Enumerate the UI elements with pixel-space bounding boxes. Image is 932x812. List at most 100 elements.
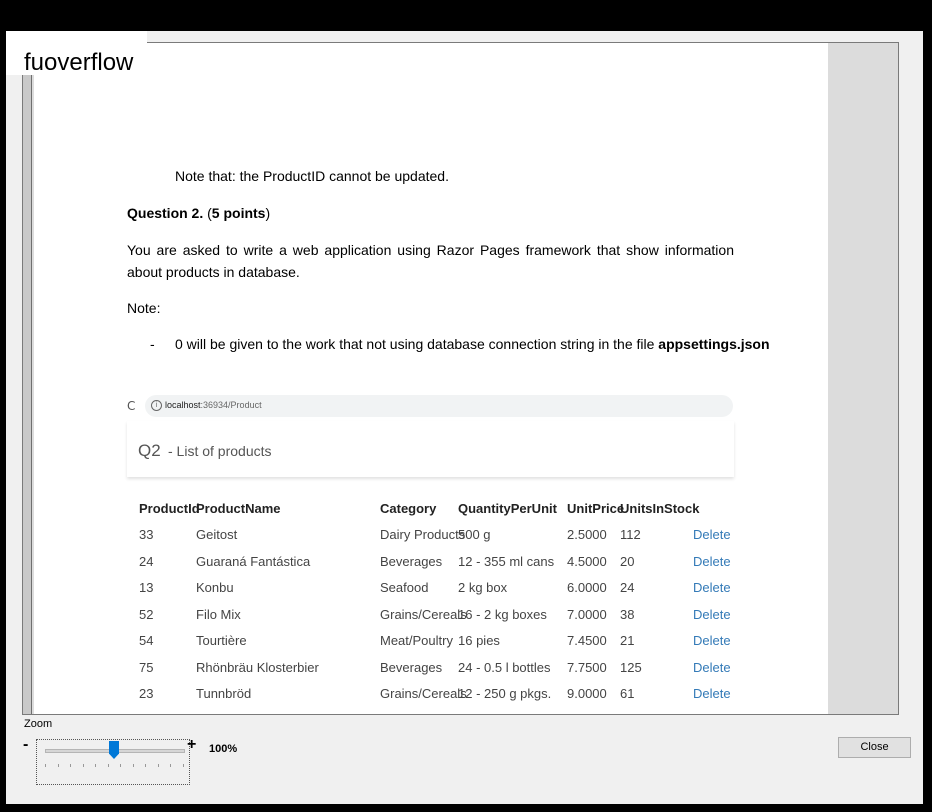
- cell-category: Meat/Poultry: [380, 633, 453, 648]
- bullet-text-bold: appsettings.json: [658, 336, 770, 352]
- cell-unitprice: 7.7500: [567, 659, 607, 675]
- embedded-browser-screenshot: C i localhost:36934/Product Q2 - List of…: [127, 393, 734, 714]
- delete-link[interactable]: Delete: [693, 607, 731, 622]
- delete-link[interactable]: Delete: [693, 686, 731, 701]
- cell-unitprice: 9.2000: [567, 713, 607, 715]
- bullet-text-plain: 0 will be given to the work that not usi…: [175, 336, 659, 352]
- cell-quantityperunit: 16 - 2 kg boxes: [458, 606, 547, 622]
- delete-link[interactable]: Delete: [693, 527, 731, 542]
- cell-unitsinstock: 61: [620, 686, 635, 701]
- url-path: :36934/Product: [200, 400, 262, 410]
- delete-link[interactable]: Delete: [693, 633, 731, 648]
- cell-quantityperunit: 2 kg box: [458, 580, 508, 595]
- cell-unitsinstock: 38: [620, 606, 635, 622]
- question-points: 5 points: [211, 205, 266, 221]
- column-header-productid: ProductId: [139, 501, 200, 516]
- cell-unitprice: 7.4500: [567, 633, 607, 648]
- table-row: 52 Filo Mix Grains/Cereals 16 - 2 kg boxes 7…: [127, 607, 734, 633]
- zoom-tick: [82, 764, 84, 767]
- page-heading-q2: Q2: [138, 441, 161, 460]
- cell-unitprice: 9.0000: [567, 686, 607, 701]
- zoom-tick: [107, 764, 109, 767]
- cell-productid: 52: [139, 606, 154, 622]
- cell-quantityperunit: 10 boxes x 12 pieces: [458, 713, 580, 715]
- zoom-out-button[interactable]: -: [23, 736, 28, 754]
- delete-link[interactable]: Delete: [693, 713, 731, 715]
- column-header-productname: ProductName: [196, 501, 281, 516]
- zoom-tick: [157, 764, 159, 767]
- close-button[interactable]: Close: [838, 737, 911, 758]
- cell-productname: Tunnbröd: [196, 686, 252, 701]
- table-row: 75 Rhönbräu Klosterbier Beverages 24 - 0.5 …: [127, 660, 734, 686]
- zoom-slider-ticks: [45, 764, 185, 768]
- cell-unitprice: 2.5000: [567, 527, 607, 542]
- zoom-slider-thumb[interactable]: [109, 741, 119, 759]
- cell-category: Beverages: [380, 659, 443, 675]
- document-page: Note that: the ProductID cannot be updat…: [34, 43, 828, 714]
- cell-productid: 54: [139, 633, 154, 648]
- zoom-tick: [45, 764, 46, 767]
- zoom-tick: [132, 764, 134, 767]
- reload-icon: C: [127, 399, 136, 413]
- cell-category: Grains/Cereals: [380, 686, 467, 701]
- cell-unitprice: 4.5000: [567, 553, 607, 569]
- table-row: 54 Tourtière Meat/Poultry 16 pies 7.4500 21 De…: [127, 633, 734, 659]
- cell-quantityperunit: 24 - 0.5 l bottles: [458, 659, 551, 675]
- table-row: 13 Konbu Seafood 2 kg box 6.0000 24 Delete: [127, 580, 734, 606]
- bullet-text: 0 will be given to the work that not usi…: [175, 333, 770, 355]
- zoom-label: Zoom: [24, 718, 53, 730]
- url-text: localhost:36934/Product: [165, 400, 262, 410]
- cell-category: Seafood: [380, 580, 429, 595]
- cell-productid: 19: [139, 713, 153, 715]
- cell-unitsinstock: 20: [620, 553, 635, 569]
- cell-productname: Teatime Chocolate Biscuits: [196, 713, 352, 715]
- delete-link[interactable]: Delete: [693, 580, 731, 595]
- cell-quantityperunit: 12 - 355 ml cans: [458, 553, 555, 569]
- url-host: localhost: [165, 400, 201, 410]
- question-heading: Question 2. (5 points): [127, 202, 270, 224]
- delete-link[interactable]: Delete: [693, 554, 731, 569]
- cell-productname: Filo Mix: [196, 606, 241, 622]
- document-viewer[interactable]: Note that: the ProductID cannot be updat…: [22, 42, 899, 715]
- column-header-quantityperunit: QuantityPerUnit: [458, 501, 557, 516]
- table-row: 23 Tunnbröd Grains/Cereals 12 - 250 g pkgs.…: [127, 686, 734, 712]
- zoom-tick: [57, 764, 59, 767]
- cell-productid: 33: [139, 527, 154, 542]
- cell-category: Confections: [380, 713, 449, 715]
- question-points-close: ): [265, 205, 271, 221]
- cell-productid: 23: [139, 686, 154, 701]
- cell-productname: Tourtière: [196, 633, 247, 648]
- cell-category: Dairy Products: [380, 527, 466, 542]
- cell-unitsinstock: 21: [620, 633, 635, 648]
- cell-productid: 24: [139, 553, 154, 569]
- zoom-tick: [95, 764, 96, 767]
- zoom-viewer-window: fuoverflow Note that: the ProductID cann…: [6, 31, 923, 804]
- product-page-heading: Q2 - List of products: [127, 421, 734, 477]
- viewer-left-margin: [23, 43, 32, 714]
- question-paragraph: You are asked to write a web application…: [127, 242, 734, 280]
- zoom-tick: [170, 764, 171, 767]
- app-title-tab: fuoverflow: [6, 31, 147, 76]
- zoom-tick: [70, 764, 71, 767]
- cell-productname: Rhönbräu Klosterbier: [196, 659, 319, 675]
- cell-productname: Guaraná Fantástica: [196, 553, 311, 569]
- zoom-slider[interactable]: [36, 739, 190, 785]
- delete-link[interactable]: Delete: [693, 660, 731, 675]
- zoom-tick: [182, 764, 184, 767]
- address-bar: C i localhost:36934/Product: [127, 393, 734, 419]
- zoom-in-button[interactable]: +: [187, 736, 196, 754]
- question-title: Question 2.: [127, 205, 204, 221]
- zoom-tick: [145, 764, 146, 767]
- note-line: Note that: the ProductID cannot be updat…: [175, 168, 449, 184]
- page-subheading: - List of products: [168, 443, 272, 459]
- cell-quantityperunit: 500 g: [458, 527, 491, 542]
- cell-category: Grains/Cereals: [380, 606, 467, 622]
- info-icon: i: [151, 400, 162, 411]
- table-row: 33 Geitost Dairy Products 500 g 2.5000 112 Del…: [127, 527, 734, 553]
- bullet-dash: -: [150, 336, 155, 352]
- cell-quantityperunit: 16 pies: [458, 633, 500, 648]
- cell-unitsinstock: 25: [620, 713, 634, 715]
- cell-category: Beverages: [380, 553, 443, 569]
- table-header-row: ProductId ProductName Category QuantityP…: [127, 501, 734, 527]
- cell-productid: 13: [139, 580, 154, 595]
